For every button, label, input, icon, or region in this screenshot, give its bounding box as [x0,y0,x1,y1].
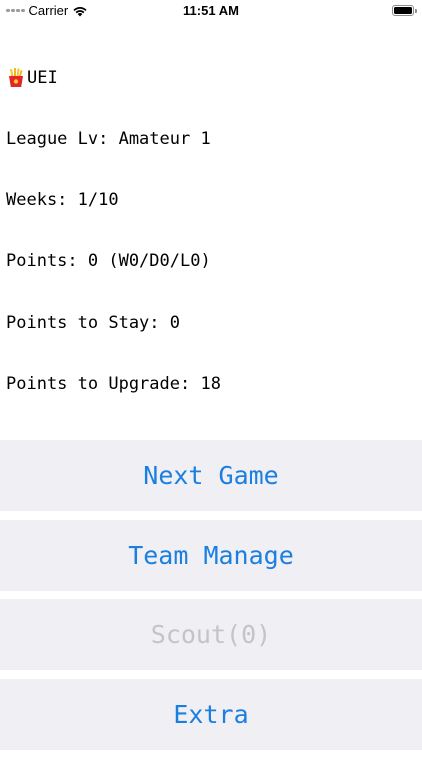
status-bar: Carrier 11:51 AM [0,0,422,22]
team-name: UEI [27,67,58,88]
weeks-count: Weeks: 1/10 [6,190,119,211]
menu-buttons: Next Game Team Manage Scout(0) Extra [0,440,422,758]
points-to-stay: Points to Stay: 0 [6,312,180,333]
status-time: 11:51 AM [183,3,239,18]
team-manage-button[interactable]: Team Manage [0,519,422,591]
next-game-button[interactable]: Next Game [0,440,422,511]
battery-icon [392,5,417,16]
extra-button[interactable]: Extra [0,678,422,750]
team-title: UEI [6,68,221,88]
points-to-upgrade: Points to Upgrade: 18 [6,373,221,394]
league-level: League Lv: Amateur 1 [6,129,211,150]
league-info: UEI League Lv: Amateur 1 Weeks: 1/10 Poi… [6,27,221,415]
points-record: Points: 0 (W0/D0/L0) [6,251,211,272]
scout-button[interactable]: Scout(0) [0,599,422,670]
french-fries-icon [9,68,23,88]
